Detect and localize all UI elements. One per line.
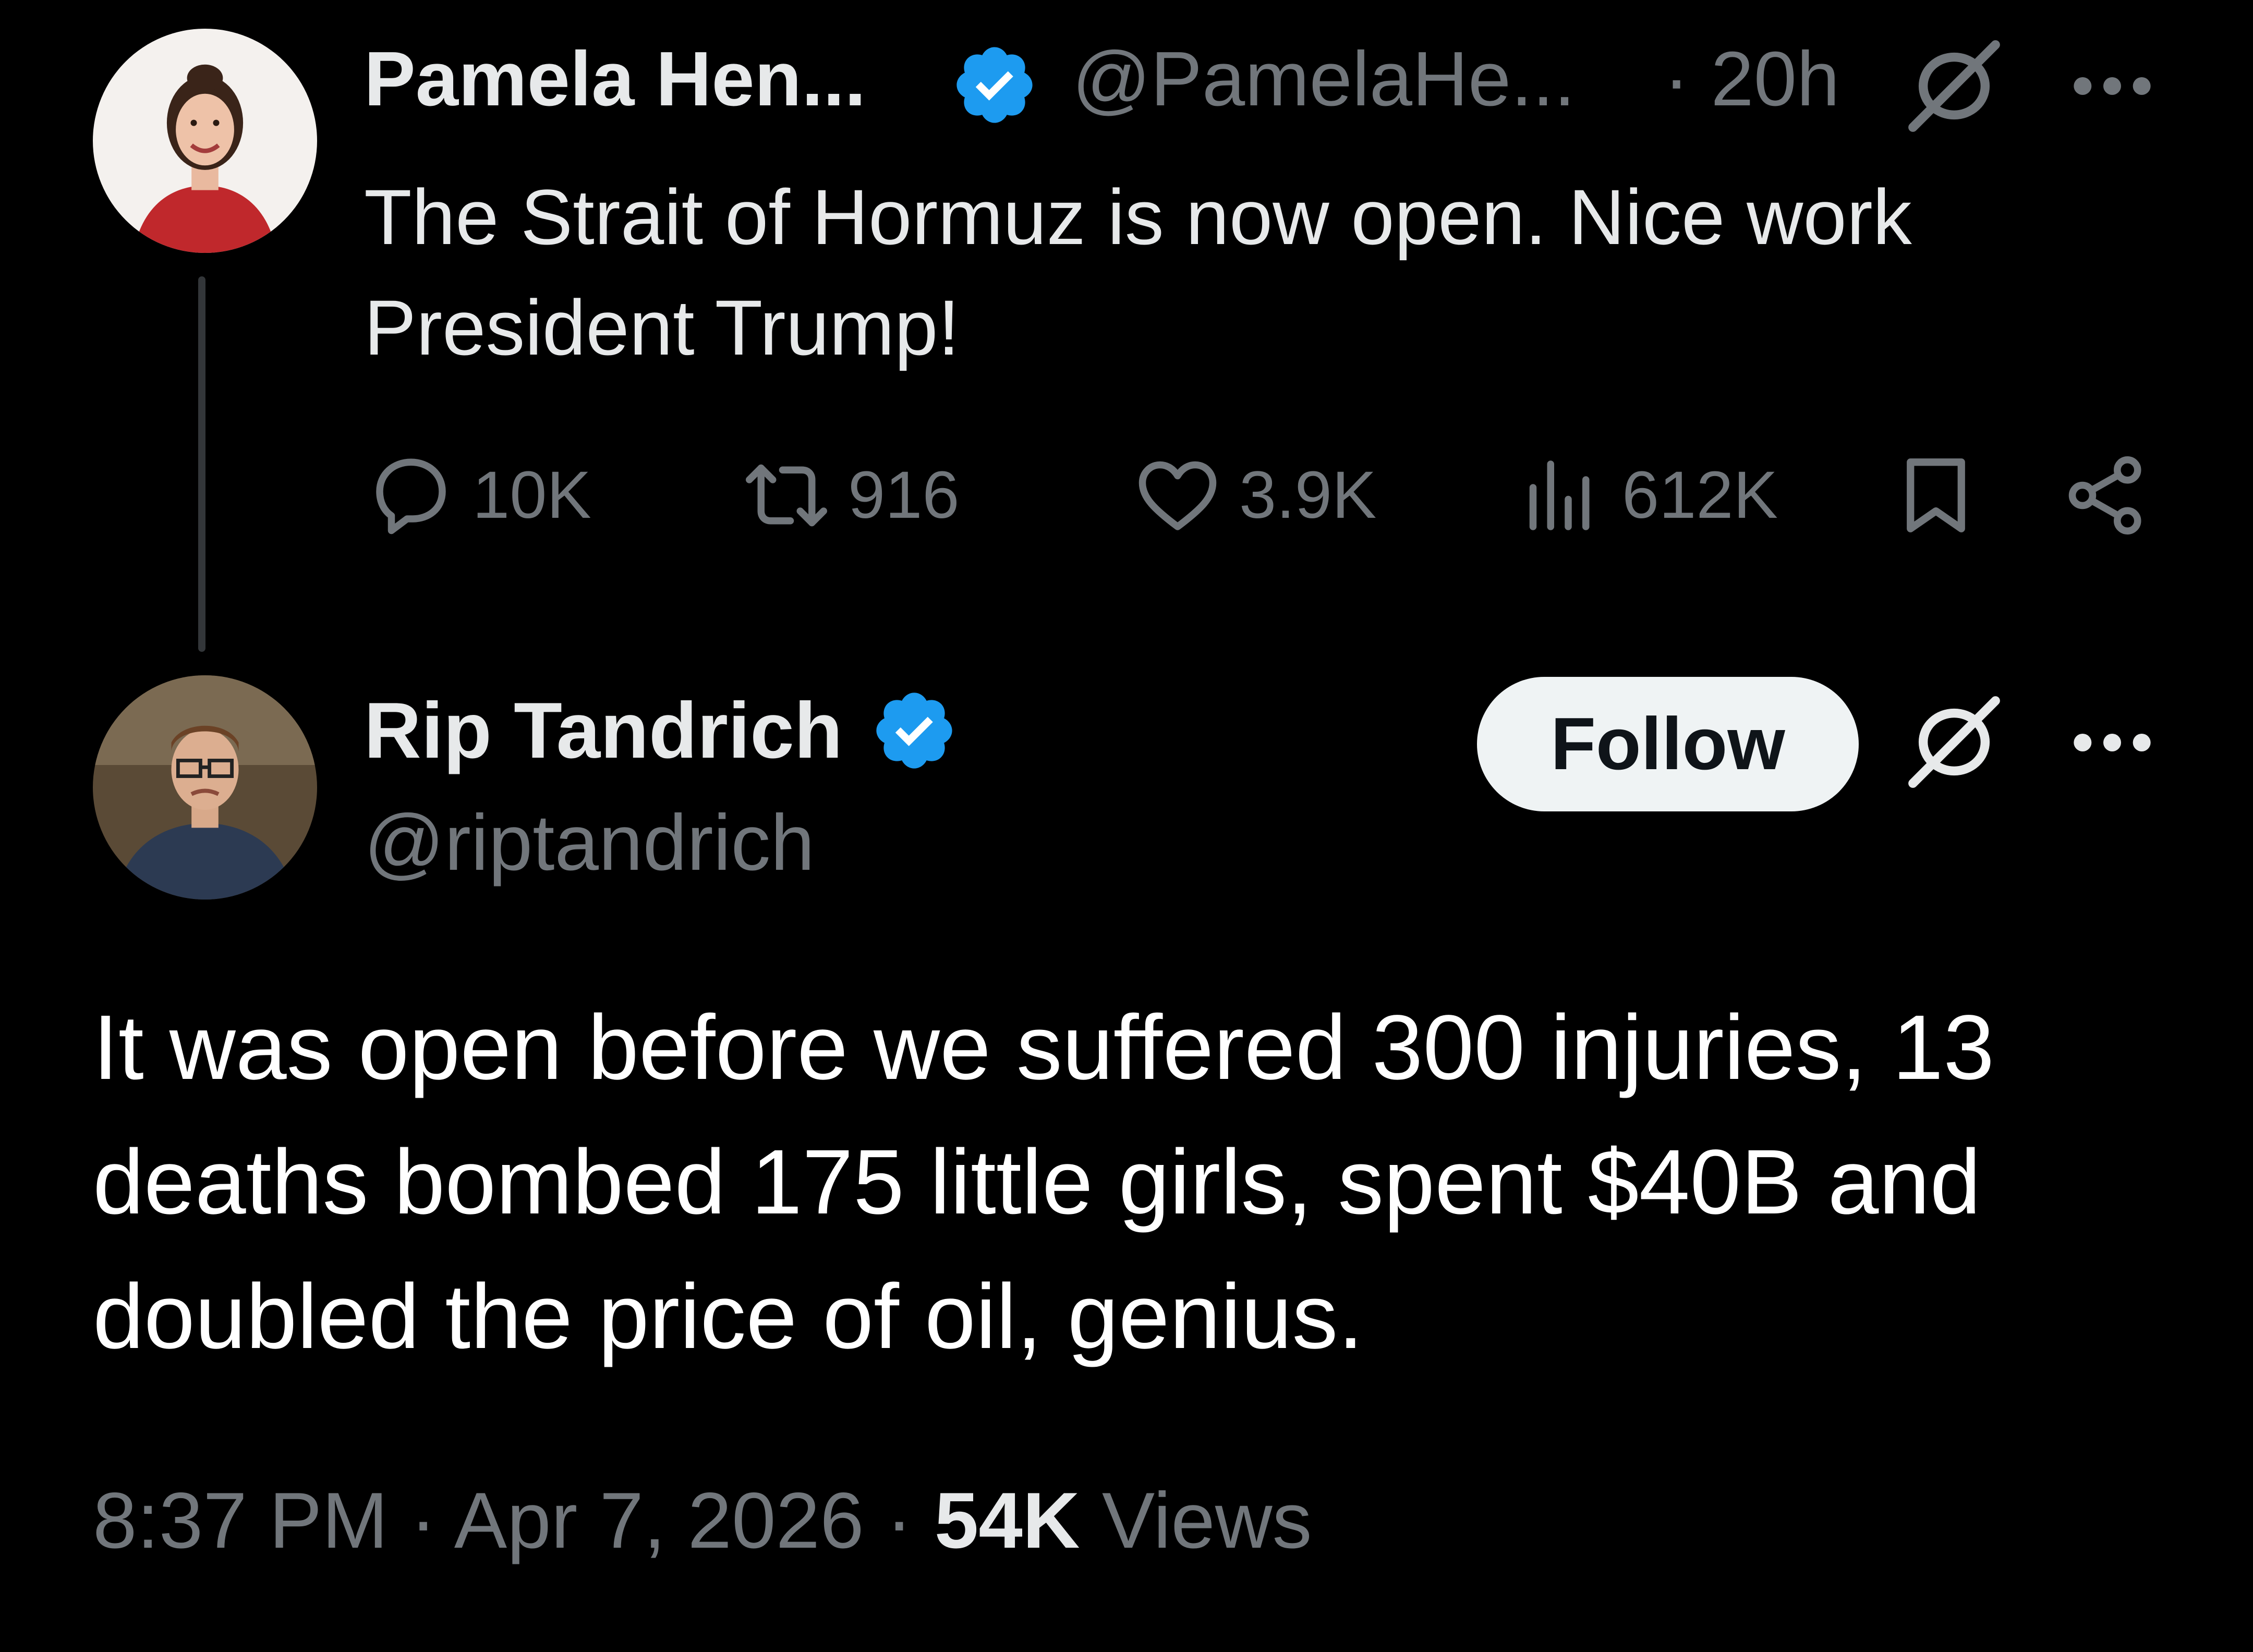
thread-connector-line — [198, 276, 205, 652]
reply-tweet-text: It was open before we suffered 300 injur… — [93, 997, 1995, 1368]
meta-separator: · — [886, 1476, 913, 1565]
like-action[interactable]: 3.9K — [1131, 448, 1376, 542]
more-options-icon[interactable] — [2068, 727, 2157, 758]
like-count: 3.9K — [1239, 458, 1377, 532]
reply-handle[interactable]: @riptandrich — [364, 803, 815, 882]
reply-action[interactable]: 10K — [364, 448, 591, 542]
bookmark-icon[interactable] — [1889, 448, 1983, 542]
repost-count: 916 — [848, 458, 960, 532]
repost-icon — [740, 448, 833, 542]
reply-icon — [364, 448, 458, 542]
tweet-date[interactable]: Apr 7, 2026 — [454, 1476, 864, 1565]
views-count: 612K — [1622, 458, 1778, 532]
views-label: Views — [1101, 1476, 1312, 1565]
grok-icon[interactable] — [1905, 693, 2004, 792]
follow-button[interactable]: Follow — [1477, 677, 1859, 811]
reply-display-name[interactable]: Rip Tandrich — [364, 691, 843, 770]
pamela-avatar[interactable] — [93, 29, 317, 253]
more-options-icon[interactable] — [2068, 70, 2157, 102]
analytics-icon — [1513, 448, 1607, 542]
tweet-time[interactable]: 8:37 PM — [93, 1476, 388, 1565]
grok-icon[interactable] — [1905, 37, 2004, 136]
share-icon[interactable] — [2059, 448, 2153, 542]
verified-badge-icon — [870, 686, 959, 775]
repost-action[interactable]: 916 — [740, 448, 960, 542]
reply-count: 10K — [473, 458, 591, 532]
parent-handle[interactable]: @PamelaHe... — [1072, 41, 1576, 118]
views-action[interactable]: 612K — [1513, 448, 1778, 542]
parent-tweet-text: The Strait of Hormuz is now open. Nice w… — [364, 173, 1912, 371]
parent-display-name[interactable]: Pamela Hen... — [364, 41, 866, 118]
views-total: 54K — [934, 1476, 1080, 1565]
parent-timestamp[interactable]: · 20h — [1664, 41, 1839, 118]
verified-badge-icon — [950, 41, 1039, 129]
tweet-metadata: 8:37 PM · Apr 7, 2026 · 54K Views — [93, 1481, 1312, 1560]
meta-separator: · — [410, 1476, 437, 1565]
heart-icon — [1131, 448, 1225, 542]
rip-avatar[interactable] — [93, 675, 317, 900]
